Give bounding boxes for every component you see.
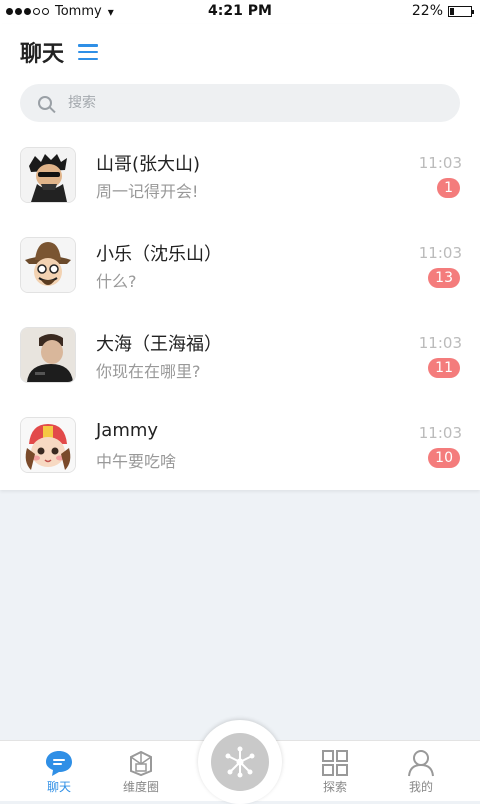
status-time: 4:21 PM [208,3,272,19]
unread-badge: 1 [437,178,460,198]
status-bar: Tommy ▾ 4:21 PM 22% [0,0,480,24]
chat-list: 山哥(张大山) 周一记得开会! 11:03 1 小乐（沈乐山） 什么? 11:0… [0,138,480,498]
chat-panel: 聊天 山哥(张大山) 周一记得开会! 11:03 1 [0,24,480,490]
chat-list-item[interactable]: Jammy 中午要吃啥 11:03 10 [0,408,480,498]
search-icon [38,96,52,110]
chat-preview: 周一记得开会! [96,182,199,201]
search-bar[interactable] [20,84,460,122]
header: 聊天 [20,36,99,68]
tab-dimension-circle[interactable]: 维度圈 [106,741,176,801]
chat-name: Jammy [96,420,159,441]
hub-button[interactable] [198,720,282,804]
chat-name: 小乐（沈乐山） [96,244,222,265]
chat-preview: 你现在在哪里? [96,362,201,381]
tab-me[interactable]: 我的 [386,741,456,801]
unread-badge: 11 [428,358,460,378]
avatar-shange-image [21,148,75,202]
chat-time: 11:03 [418,244,462,262]
tab-label: 我的 [408,780,433,794]
unread-badge: 10 [428,448,460,468]
hub-button-inner [211,733,269,791]
avatar-dahai-image [21,328,75,382]
tab-chat[interactable]: 聊天 [24,741,94,801]
chat-preview: 什么? [96,272,137,291]
chat-name: 大海（王海福） [96,334,222,355]
search-input[interactable] [66,94,430,112]
chat-preview: 中午要吃啥 [96,452,177,471]
menu-icon[interactable] [78,44,99,60]
dimension-circle-icon [130,750,152,777]
chat-time: 11:03 [418,424,462,442]
unread-badge: 13 [428,268,460,288]
avatar [20,417,76,473]
person-icon [408,750,434,777]
avatar [20,327,76,383]
battery-percent: 22% [411,3,443,19]
chat-list-item[interactable]: 大海（王海福） 你现在在哪里? 11:03 11 [0,318,480,408]
chat-list-item[interactable]: 山哥(张大山) 周一记得开会! 11:03 1 [0,138,480,228]
avatar [20,147,76,203]
avatar-jammy-image [21,418,75,472]
chat-time: 11:03 [418,334,462,352]
avatar [20,237,76,293]
tab-label: 探索 [322,780,347,794]
chat-name: 山哥(张大山) [96,154,201,175]
avatar-xiaole-image [21,238,75,292]
hub-icon [225,746,255,778]
chat-list-item[interactable]: 小乐（沈乐山） 什么? 11:03 13 [0,228,480,318]
tab-label: 维度圈 [122,780,159,794]
chat-bubble-icon [46,751,72,776]
page-title: 聊天 [20,42,65,67]
battery-icon [448,5,474,17]
tab-explore[interactable]: 探索 [300,741,370,801]
chat-time: 11:03 [418,154,462,172]
grid-icon [322,750,348,776]
tab-label: 聊天 [46,780,71,794]
